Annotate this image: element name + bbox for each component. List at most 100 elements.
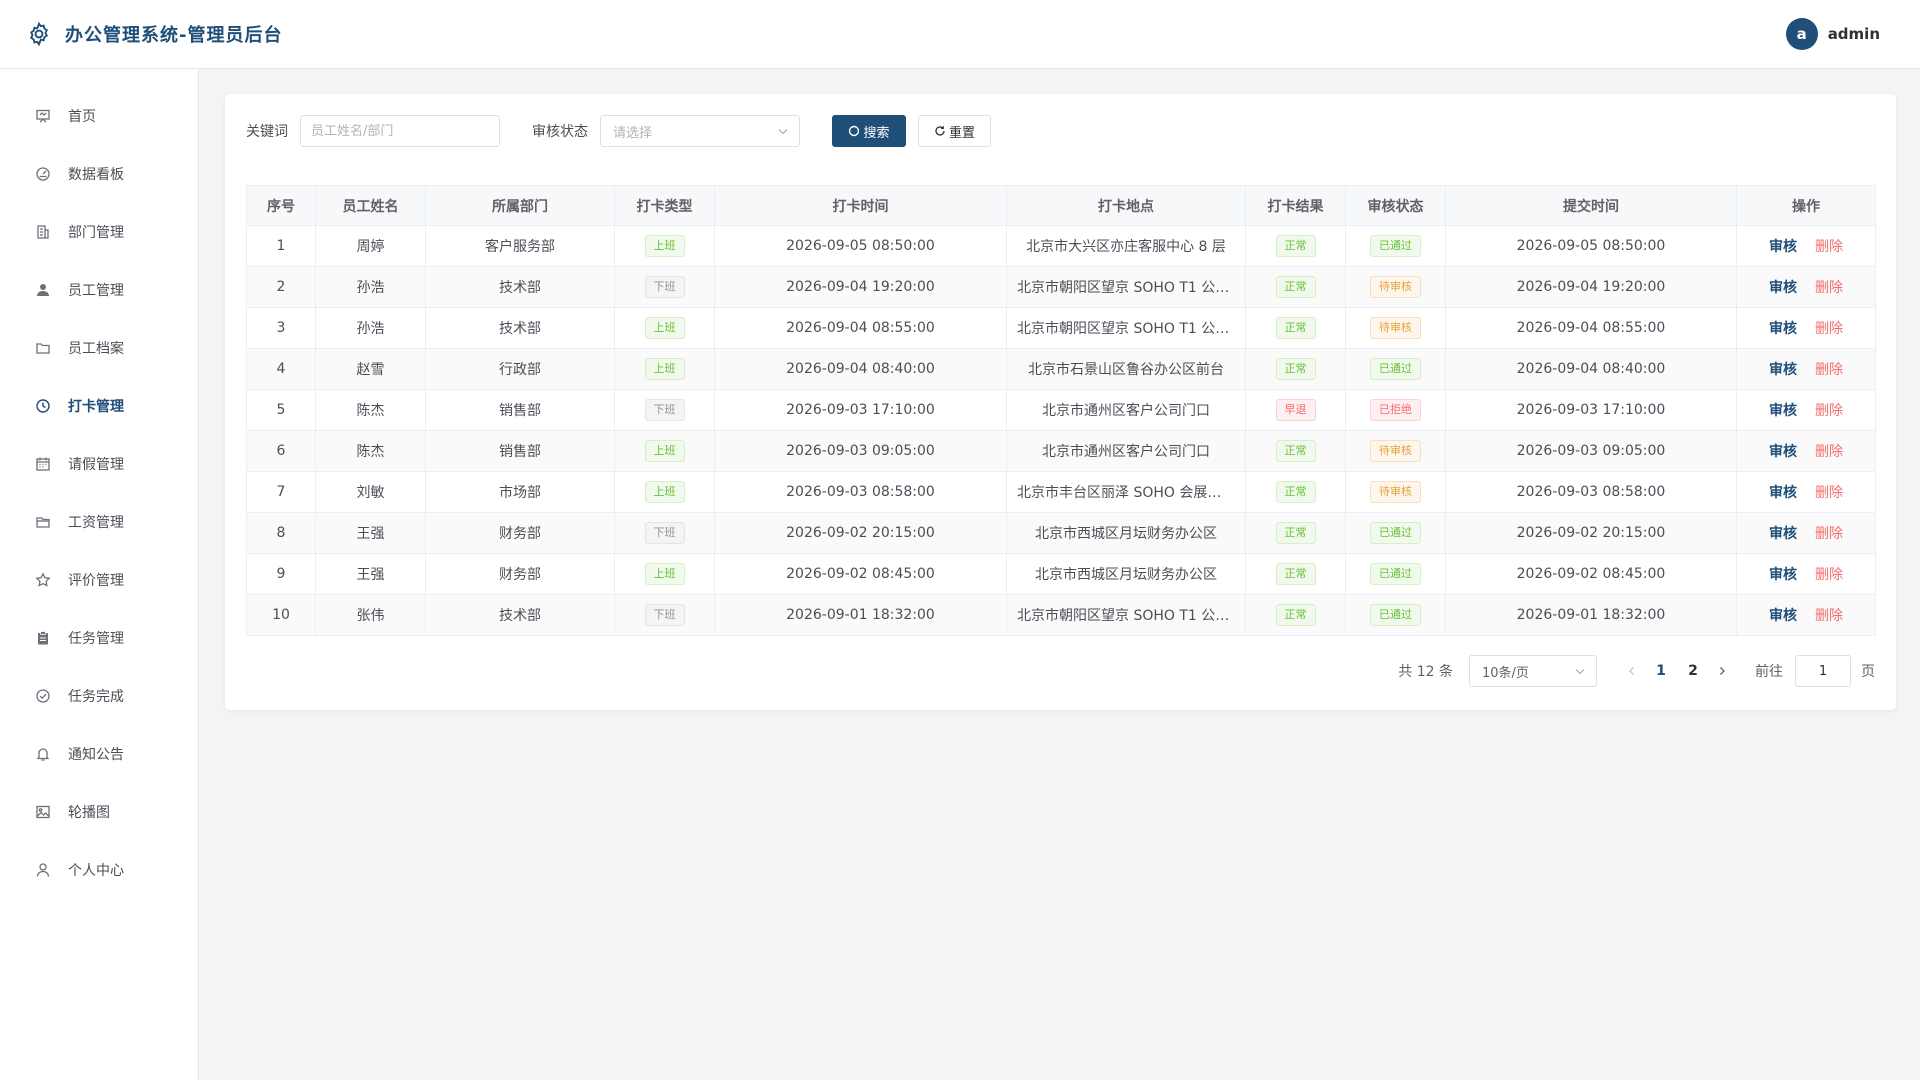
column-header: 打卡类型 [614, 185, 715, 226]
cell-time: 2026-09-02 20:15:00 [714, 512, 1007, 554]
sidebar-item[interactable]: 员工档案 [0, 319, 198, 377]
audit-button[interactable]: 审核 [1769, 444, 1797, 460]
punch-type-tag: 下班 [644, 276, 685, 298]
cell-submit-time: 2026-09-04 08:55:00 [1445, 307, 1737, 349]
page-number-button[interactable]: 2 [1677, 655, 1709, 687]
status-select[interactable]: 请选择 [600, 115, 800, 147]
clipboard-icon [34, 629, 52, 647]
avatar[interactable]: a [1785, 18, 1818, 50]
sidebar-item[interactable]: 任务管理 [0, 609, 198, 667]
sidebar-item[interactable]: 轮播图 [0, 783, 198, 841]
sidebar-item[interactable]: 数据看板 [0, 145, 198, 203]
delete-button[interactable]: 删除 [1815, 362, 1843, 378]
delete-button[interactable]: 删除 [1815, 280, 1843, 296]
page-size-select[interactable]: 10条/页 [1469, 655, 1597, 687]
keyword-input[interactable] [300, 115, 500, 147]
cell-status: 已拒绝 [1345, 389, 1446, 431]
delete-button[interactable]: 删除 [1815, 485, 1843, 501]
sidebar-item-label: 个人中心 [68, 863, 124, 879]
sidebar-item-label: 轮播图 [68, 805, 110, 821]
delete-button[interactable]: 删除 [1815, 321, 1843, 337]
cell-type: 上班 [614, 471, 715, 513]
review-status-tag: 已拒绝 [1370, 399, 1421, 421]
pagination-total: 共 12 条 [1398, 664, 1453, 680]
page-number-button[interactable]: 1 [1645, 655, 1677, 687]
cell-status: 待审核 [1345, 471, 1446, 513]
cell-name: 刘敏 [315, 471, 426, 513]
prev-page-button[interactable] [1619, 655, 1645, 687]
delete-button[interactable]: 删除 [1815, 608, 1843, 624]
cell-result: 正常 [1245, 430, 1346, 472]
chevron-left-icon [1629, 667, 1634, 675]
cell-status: 待审核 [1345, 430, 1446, 472]
audit-button[interactable]: 审核 [1769, 608, 1797, 624]
punch-type-tag: 上班 [644, 317, 685, 339]
column-header: 审核状态 [1345, 185, 1446, 226]
username[interactable]: admin [1828, 25, 1880, 43]
next-page-button[interactable] [1709, 655, 1735, 687]
goto-page-input[interactable] [1795, 655, 1851, 687]
cell-status: 已通过 [1345, 512, 1446, 554]
cell-dept: 技术部 [425, 594, 615, 636]
filter-bar: 关键词 审核状态 请选择 搜索 重置 [246, 115, 991, 147]
sidebar-item[interactable]: 个人中心 [0, 841, 198, 899]
audit-button[interactable]: 审核 [1769, 239, 1797, 255]
cell-location: 北京市通州区客户公司门口 [1006, 430, 1246, 472]
sidebar-item[interactable]: 评价管理 [0, 551, 198, 609]
sidebar-item-label: 请假管理 [68, 457, 124, 473]
sidebar-item-label: 员工档案 [68, 341, 124, 357]
audit-button[interactable]: 审核 [1769, 567, 1797, 583]
cell-type: 上班 [614, 225, 715, 267]
punch-result-tag: 正常 [1275, 276, 1316, 298]
cell-result: 正常 [1245, 266, 1346, 308]
table-row: 3 孙浩 技术部 上班 2026-09-04 08:55:00 北京市朝阳区望京 SOHO… [246, 307, 1876, 349]
sidebar-item[interactable]: 任务完成 [0, 667, 198, 725]
punch-result-tag: 早退 [1275, 399, 1316, 421]
review-status-tag: 待审核 [1370, 481, 1421, 503]
sidebar-item[interactable]: 部门管理 [0, 203, 198, 261]
chevron-down-icon [1574, 665, 1586, 681]
audit-button[interactable]: 审核 [1769, 485, 1797, 501]
delete-button[interactable]: 删除 [1815, 526, 1843, 542]
delete-button[interactable]: 删除 [1815, 567, 1843, 583]
cell-name: 张伟 [315, 594, 426, 636]
cell-time: 2026-09-03 08:58:00 [714, 471, 1007, 513]
sidebar-item[interactable]: 工资管理 [0, 493, 198, 551]
sidebar-item-label: 部门管理 [68, 225, 124, 241]
table-row: 8 王强 财务部 下班 2026-09-02 20:15:00 北京市西城区月坛财务办公区… [246, 512, 1876, 554]
cell-result: 正常 [1245, 471, 1346, 513]
search-button[interactable]: 搜索 [832, 115, 906, 147]
sidebar-item[interactable]: 首页 [0, 87, 198, 145]
sidebar-item[interactable]: 通知公告 [0, 725, 198, 783]
punch-type-tag: 上班 [644, 440, 685, 462]
sidebar-item[interactable]: 打卡管理 [0, 377, 198, 435]
delete-button[interactable]: 删除 [1815, 403, 1843, 419]
sidebar-item[interactable]: 请假管理 [0, 435, 198, 493]
sidebar-item-label: 任务完成 [68, 689, 124, 705]
reset-button[interactable]: 重置 [918, 115, 991, 147]
status-select-placeholder: 请选择 [613, 125, 653, 141]
user-menu[interactable]: a admin [1785, 18, 1880, 50]
cell-location: 北京市西城区月坛财务办公区 [1006, 512, 1246, 554]
audit-button[interactable]: 审核 [1769, 362, 1797, 378]
home-icon [34, 107, 52, 125]
column-header: 操作 [1736, 185, 1876, 226]
cell-submit-time: 2026-09-02 08:45:00 [1445, 553, 1737, 595]
audit-button[interactable]: 审核 [1769, 403, 1797, 419]
cell-result: 正常 [1245, 348, 1346, 390]
audit-button[interactable]: 审核 [1769, 321, 1797, 337]
pagination: 共 12 条 10条/页 12 前往 页 [1398, 655, 1875, 687]
audit-button[interactable]: 审核 [1769, 526, 1797, 542]
check-circle-icon [34, 687, 52, 705]
delete-button[interactable]: 删除 [1815, 239, 1843, 255]
audit-button[interactable]: 审核 [1769, 280, 1797, 296]
goto-label: 前往 [1755, 664, 1783, 680]
cell-status: 已通过 [1345, 225, 1446, 267]
review-status-tag: 待审核 [1370, 317, 1421, 339]
attendance-table: 序号 员工姓名 所属部门 打卡类型 打卡时间 打卡地点 打卡结果 审核状态 提交时间 操作 1 周婷… [246, 185, 1876, 636]
delete-button[interactable]: 删除 [1815, 444, 1843, 460]
sidebar-item[interactable]: 员工管理 [0, 261, 198, 319]
cell-result: 早退 [1245, 389, 1346, 431]
punch-result-tag: 正常 [1275, 481, 1316, 503]
cell-dept: 技术部 [425, 266, 615, 308]
